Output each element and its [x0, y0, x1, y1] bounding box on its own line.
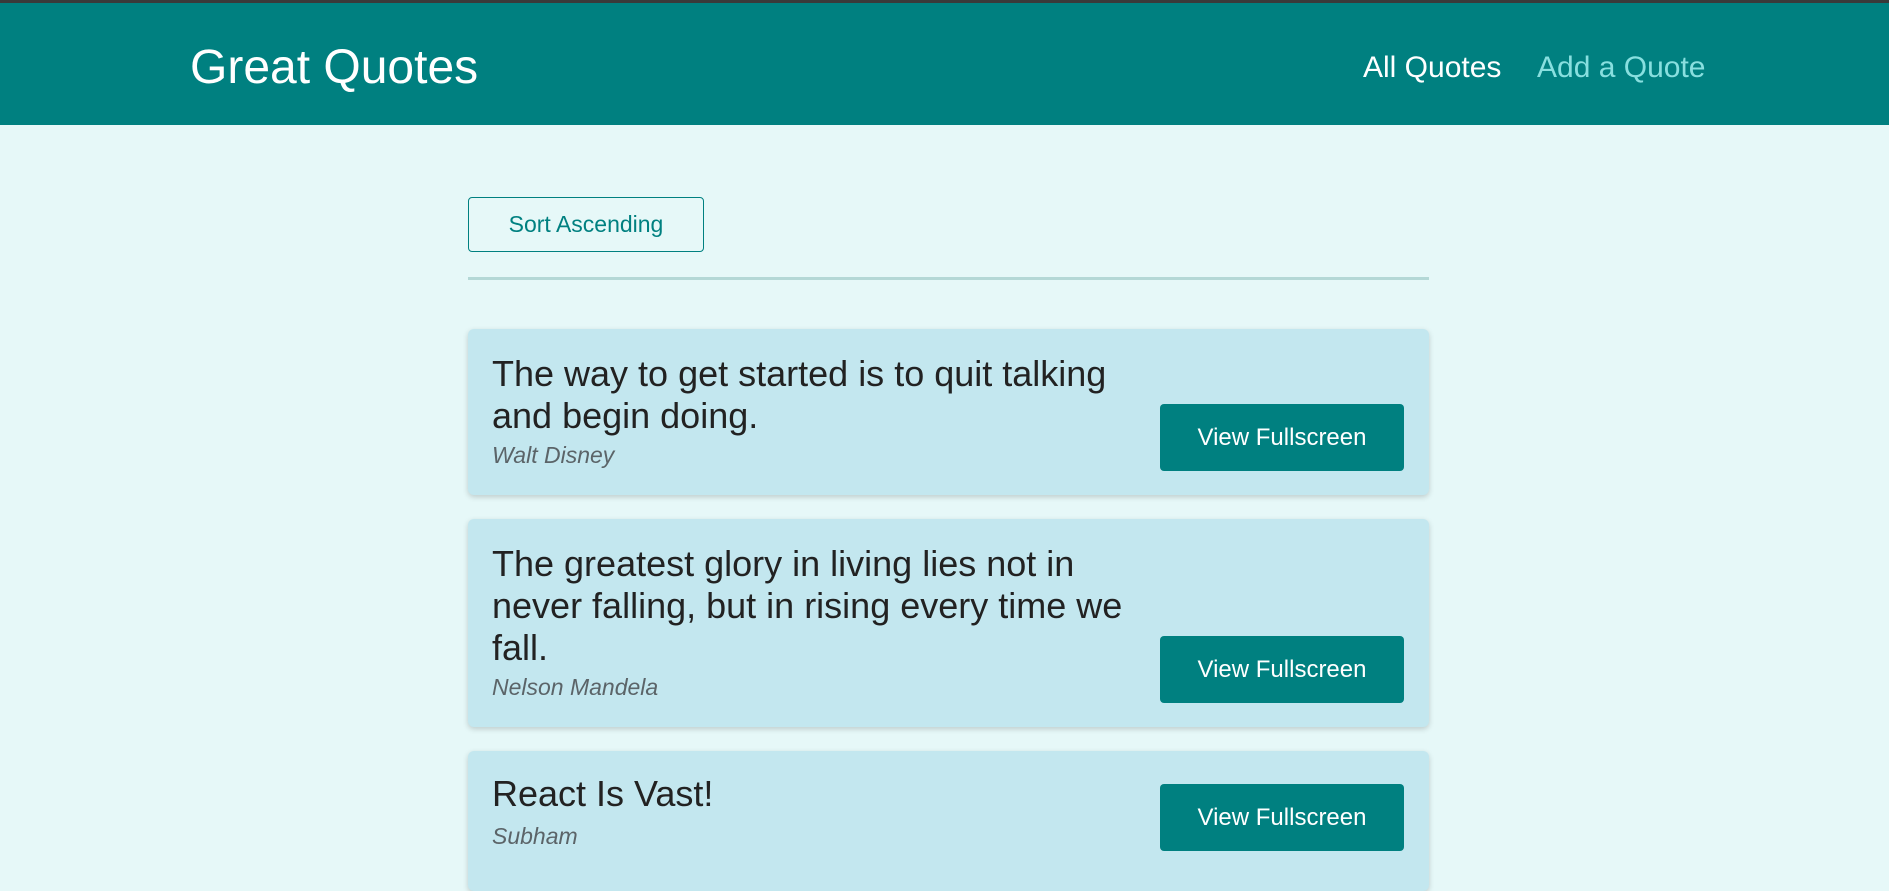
quote-card: React Is Vast! Subham View Fullscreen [468, 751, 1429, 891]
view-fullscreen-button[interactable]: View Fullscreen [1160, 784, 1404, 851]
nav-add-quote[interactable]: Add a Quote [1537, 48, 1705, 88]
sort-ascending-button[interactable]: Sort Ascending [468, 197, 704, 252]
sort-divider [468, 277, 1429, 280]
quote-text: React Is Vast! [492, 773, 714, 814]
quote-card: The greatest glory in living lies not in… [468, 519, 1429, 727]
view-fullscreen-button[interactable]: View Fullscreen [1160, 404, 1404, 471]
quote-card: The way to get started is to quit talkin… [468, 329, 1429, 495]
quote-author: Subham [492, 823, 578, 849]
app-logo-title: Great Quotes [190, 41, 479, 94]
view-fullscreen-button[interactable]: View Fullscreen [1160, 636, 1404, 703]
app-header: Great Quotes All Quotes Add a Quote [0, 3, 1889, 125]
nav-all-quotes[interactable]: All Quotes [1363, 48, 1501, 88]
quote-author: Walt Disney [492, 442, 615, 468]
quote-text: The way to get started is to quit talkin… [492, 353, 1107, 436]
quote-text: The greatest glory in living lies not in… [492, 543, 1123, 668]
quote-author: Nelson Mandela [492, 674, 659, 700]
